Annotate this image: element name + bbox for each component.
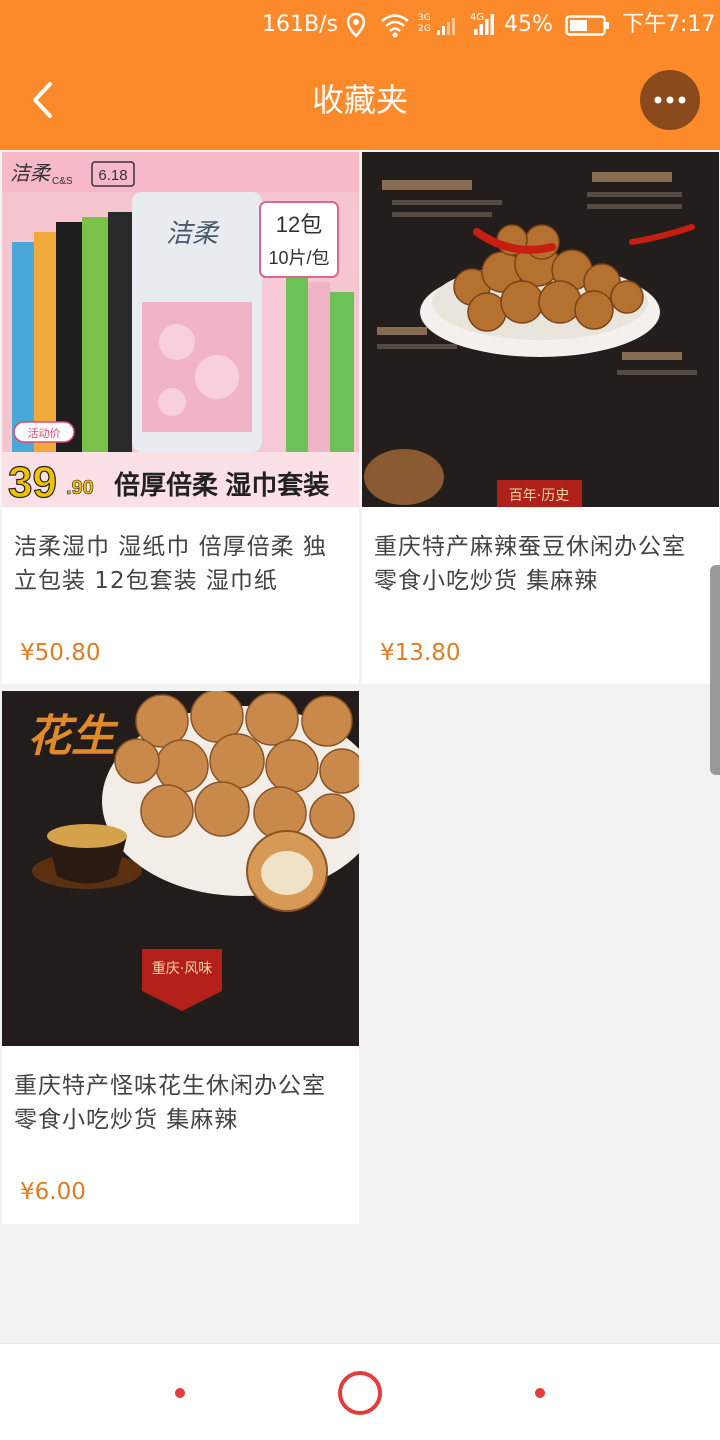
pack-spec-label: 10片/包 xyxy=(268,248,329,268)
product-image[interactable]: 百年·历史 xyxy=(362,152,719,507)
menu-dot-button[interactable] xyxy=(175,1388,185,1398)
edge-scroll-handle[interactable] xyxy=(710,565,720,775)
product-price: ¥6.00 xyxy=(20,1179,86,1205)
more-button[interactable] xyxy=(640,70,700,130)
promo-slogan: 倍厚倍柔 湿巾套装 xyxy=(114,470,329,500)
more-horizontal-icon xyxy=(654,96,686,104)
event-label: 6.18 xyxy=(98,167,127,184)
brand-sub-label: C&S xyxy=(52,176,73,187)
product-price: ¥13.80 xyxy=(380,640,461,666)
wifi-icon xyxy=(380,12,410,38)
system-nav-bar xyxy=(0,1343,720,1440)
seal-label: 重庆·风味 xyxy=(152,961,212,977)
product-name[interactable]: 洁柔湿巾 湿纸巾 倍厚倍柔 独立包装 12包套装 湿巾纸 xyxy=(14,530,344,598)
promo-tag: 活动价 xyxy=(28,427,61,440)
signal-icon xyxy=(472,12,496,38)
promo-price-decimal: .90 xyxy=(66,477,94,499)
pack-count-label: 12包 xyxy=(276,212,322,237)
net-3g-label: 3G xyxy=(418,13,431,23)
image-label: 百年·历史 xyxy=(509,488,569,504)
location-icon xyxy=(346,12,366,38)
product-card[interactable]: 百年·历史 重庆特产麻辣蚕豆休闲办公室零食小吃炒货 集麻辣 ¥13.80 xyxy=(362,152,719,684)
nav-bar: 收藏夹 xyxy=(0,50,720,150)
back-button[interactable] xyxy=(18,72,68,128)
product-card[interactable]: 花生 重庆·风味 重庆特产怪味花生休闲办公室零食小吃炒货 集麻辣 ¥6.00 xyxy=(2,691,359,1224)
pack-brand-label: 洁柔 xyxy=(166,218,221,248)
page-title: 收藏夹 xyxy=(311,81,408,119)
status-bar: 161B/s 3G 2G 4G 45% 下午7:17 xyxy=(0,0,720,50)
app-header: 161B/s 3G 2G 4G 45% 下午7:17 收藏夹 xyxy=(0,0,720,150)
clock: 下午7:17 xyxy=(622,12,716,37)
product-card[interactable]: 12包 10片/包 洁柔 C&S 6.18 洁柔 活动价 39 .90 倍厚倍柔… xyxy=(2,152,359,684)
product-name[interactable]: 重庆特产麻辣蚕豆休闲办公室零食小吃炒货 集麻辣 xyxy=(374,530,704,598)
home-button[interactable] xyxy=(338,1371,382,1415)
chevron-left-icon xyxy=(33,82,52,118)
net-2g-label: 2G xyxy=(418,24,431,34)
product-price: ¥50.80 xyxy=(20,640,101,666)
network-speed: 161B/s xyxy=(262,12,338,37)
script-text: 花生 xyxy=(27,711,119,762)
product-name[interactable]: 重庆特产怪味花生休闲办公室零食小吃炒货 集麻辣 xyxy=(14,1069,344,1137)
product-image[interactable]: 12包 10片/包 洁柔 C&S 6.18 洁柔 活动价 39 .90 倍厚倍柔… xyxy=(2,152,359,507)
brand-label: 洁柔 xyxy=(10,163,52,185)
battery-percent: 45% xyxy=(504,12,553,37)
battery-icon xyxy=(565,12,611,38)
net-3g-2g-label: 3G 2G xyxy=(418,13,431,39)
signal-icon-secondary xyxy=(436,12,458,38)
promo-price: 39 xyxy=(8,458,57,507)
back-dot-button[interactable] xyxy=(535,1388,545,1398)
product-image[interactable]: 花生 重庆·风味 xyxy=(2,691,359,1046)
